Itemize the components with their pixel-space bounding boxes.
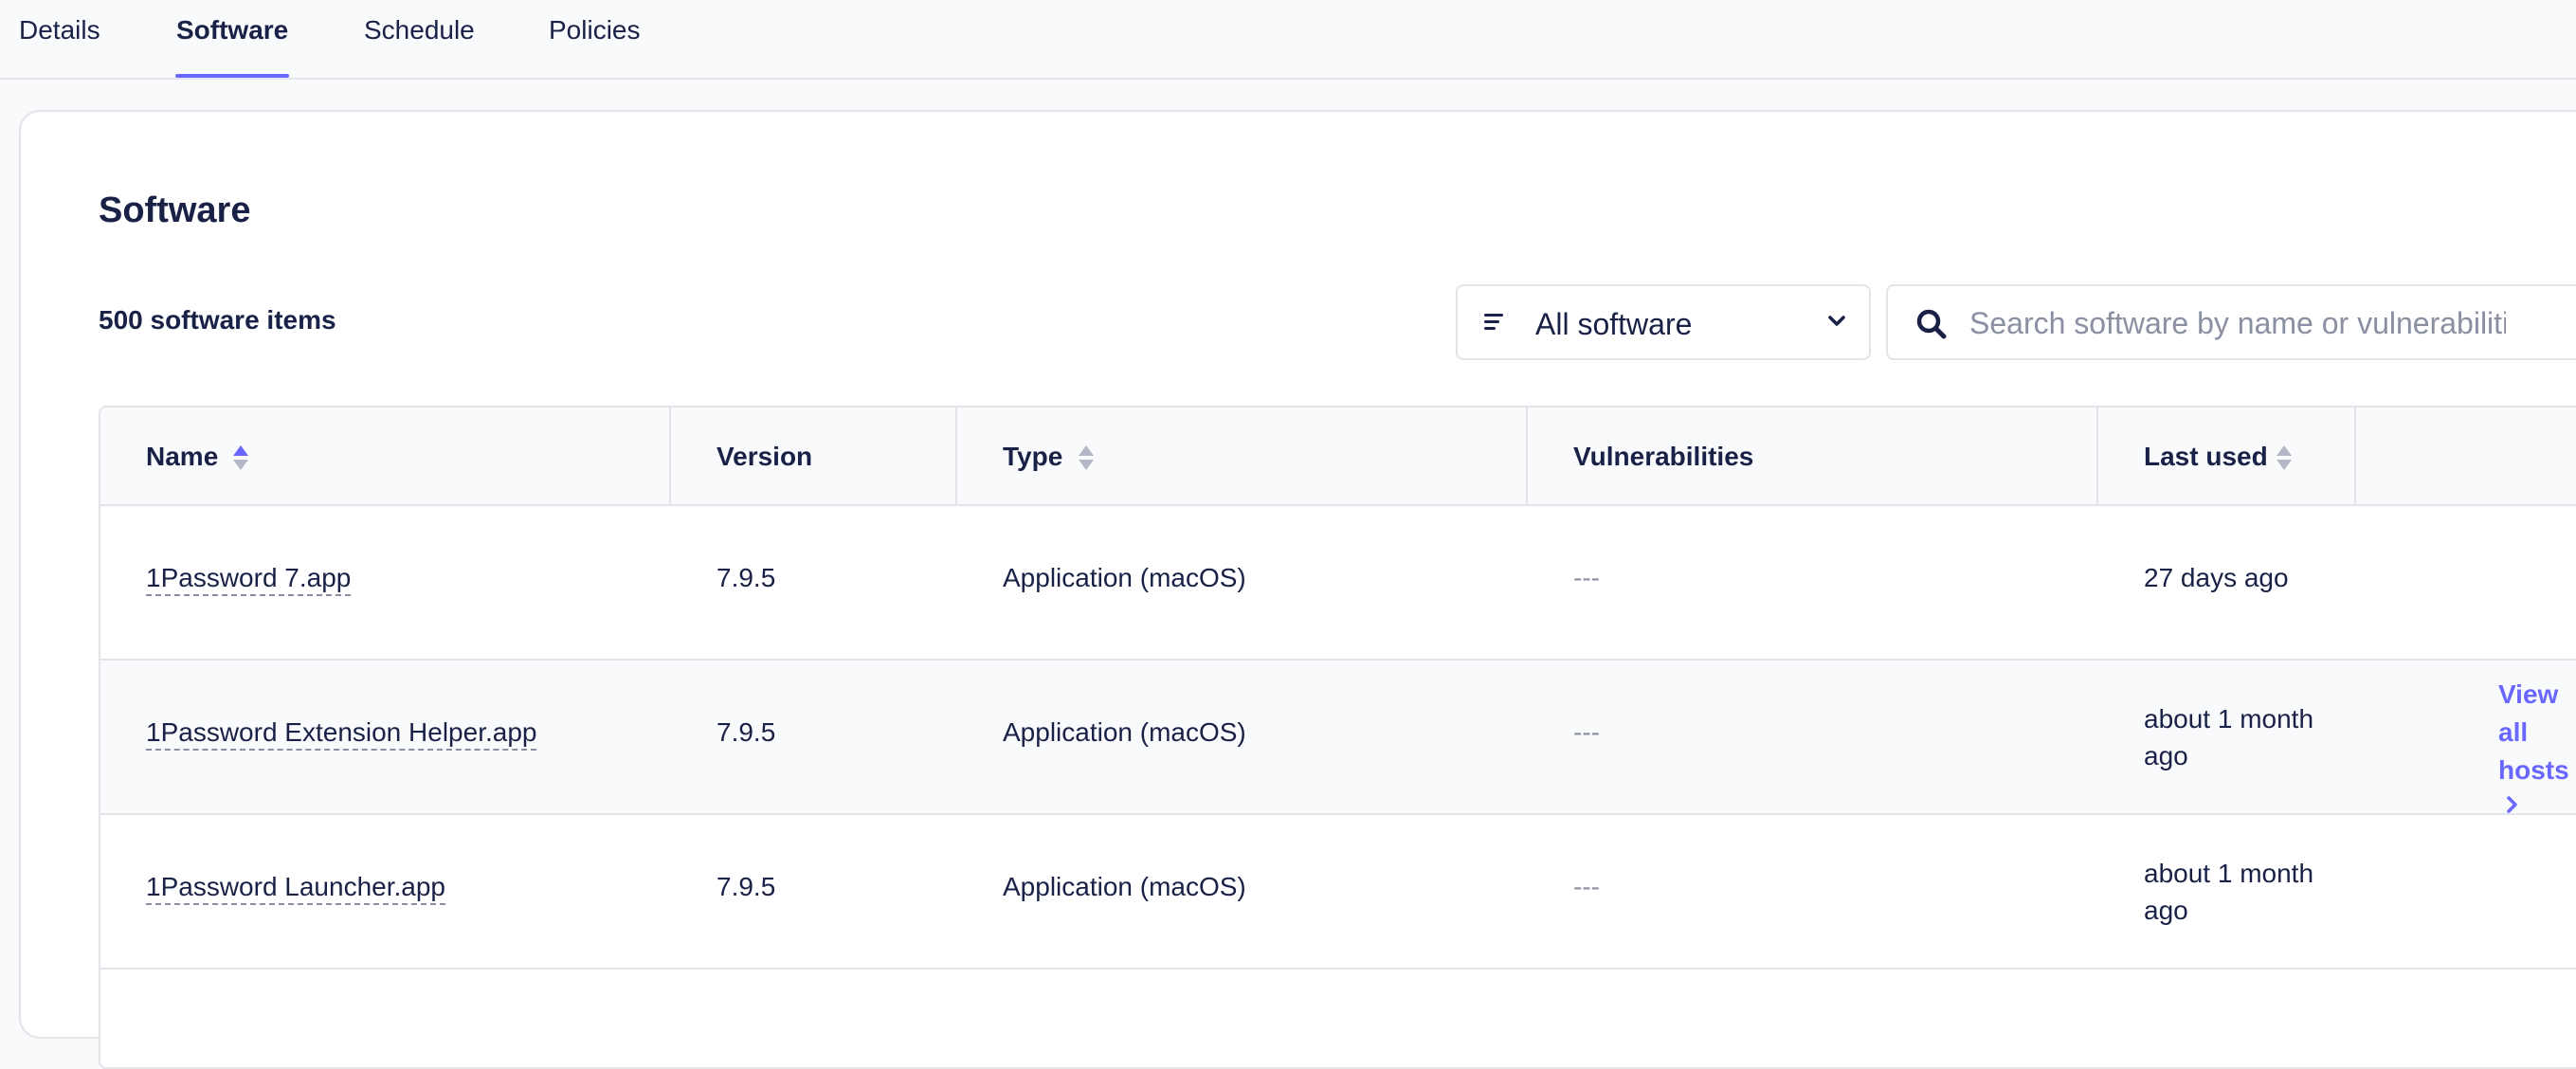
search-icon <box>1916 309 1947 339</box>
table-header: Name Version Type Vulnerabilities Last u… <box>100 408 2576 506</box>
software-last-used: about 1 month ago <box>2144 859 2314 925</box>
column-header-version: Version <box>671 408 957 506</box>
active-tab-indicator <box>175 74 289 78</box>
software-type: Application (macOS) <box>1003 563 1246 592</box>
software-version: 7.9.5 <box>717 872 776 901</box>
software-last-used: 27 days ago <box>2144 563 2289 592</box>
software-filter-dropdown[interactable]: All software <box>1456 284 1871 360</box>
software-type: Application (macOS) <box>1003 872 1246 901</box>
software-count: 500 software items <box>99 305 336 335</box>
sort-arrows-icon[interactable] <box>2275 444 2294 472</box>
software-name-link[interactable]: 1Password Extension Helper.app <box>146 717 537 751</box>
view-all-hosts-label: View all hosts <box>2498 679 2569 785</box>
column-header-last-used[interactable]: Last used <box>2098 408 2356 506</box>
software-vulnerabilities: --- <box>1573 563 1600 592</box>
search-input[interactable] <box>1968 299 2508 347</box>
tab-schedule[interactable]: Schedule <box>364 15 475 45</box>
sort-arrows-icon[interactable] <box>231 444 250 472</box>
sort-arrows-icon[interactable] <box>1077 444 1096 472</box>
tab-software[interactable]: Software <box>176 15 288 45</box>
table-row[interactable]: 1Password Extension Helper.app 7.9.5 App… <box>100 661 2576 815</box>
software-card: Software 500 software items All software… <box>19 110 2576 1069</box>
software-name-link[interactable]: 1Password Launcher.app <box>146 872 445 905</box>
column-header-type[interactable]: Type <box>957 408 1528 506</box>
filter-selected-value: All software <box>1535 307 1693 341</box>
chevron-down-icon <box>1828 316 1845 326</box>
table-row[interactable]: 1Password Launcher.app 7.9.5 Application… <box>100 815 2576 969</box>
software-version: 7.9.5 <box>717 563 776 592</box>
software-vulnerabilities: --- <box>1573 872 1600 901</box>
tab-bar: Details Software Schedule Policies <box>0 0 2576 80</box>
chevron-right-icon <box>2507 796 2517 813</box>
filter-lines-icon <box>1484 314 1503 330</box>
software-vulnerabilities: --- <box>1573 717 1600 747</box>
software-version: 7.9.5 <box>717 717 776 747</box>
view-all-hosts-link[interactable]: View all hosts <box>2498 676 2576 814</box>
column-header-name[interactable]: Name <box>100 408 671 506</box>
column-header-actions <box>2356 408 2576 506</box>
card-title: Software <box>99 190 251 230</box>
table-row[interactable]: 1Password 7.app 7.9.5 Application (macOS… <box>100 506 2576 661</box>
software-table: Name Version Type Vulnerabilities Last u… <box>99 406 2576 1069</box>
tab-details[interactable]: Details <box>19 15 100 45</box>
column-header-vulnerabilities: Vulnerabilities <box>1528 408 2098 506</box>
software-name-link[interactable]: 1Password 7.app <box>146 563 352 596</box>
tab-policies[interactable]: Policies <box>549 15 640 45</box>
software-type: Application (macOS) <box>1003 717 1246 747</box>
software-search-field[interactable] <box>1886 284 2576 360</box>
software-last-used: about 1 month ago <box>2144 704 2314 770</box>
